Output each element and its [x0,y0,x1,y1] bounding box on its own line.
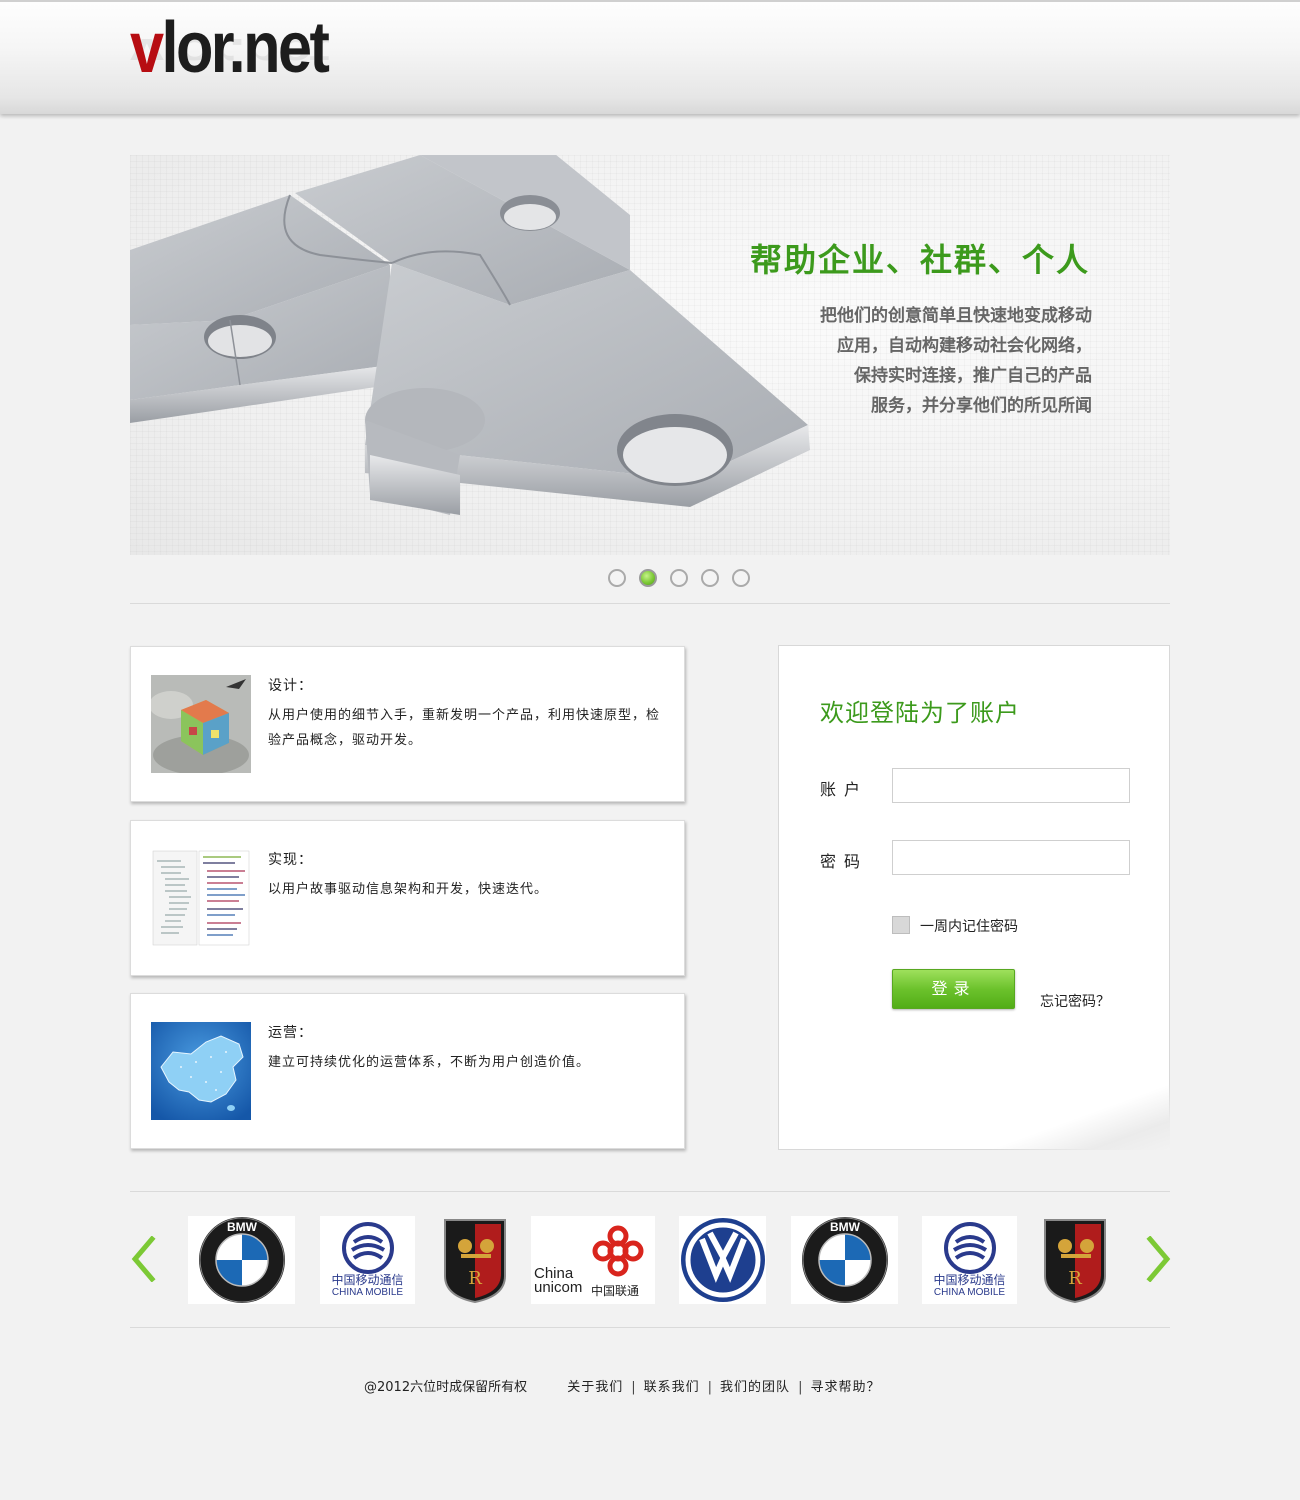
footer-link-about[interactable]: 关于我们 [567,1376,623,1395]
copyright-text: @2012六位时成保留所有权 [364,1380,528,1395]
china-mobile-logo-icon [943,1222,996,1274]
remember-label: 一周内记住密码 [920,919,1018,935]
site-logo[interactable]: vlor.net vlor.net [130,8,410,108]
account-label: 账户 [820,780,869,799]
carousel-prev-arrow[interactable] [130,1235,156,1286]
feature-description: 建立可持续优化的运营体系，不断为用户创造价值。 [268,1055,591,1070]
partner-logo-china-mobile[interactable]: 中国移动通信 CHINA MOBILE [922,1216,1017,1304]
account-input[interactable] [892,768,1130,803]
feature-card-implementation: 实现： 以用户故事驱动信息架构和开发，快速迭代。 [130,820,685,976]
design-cube-image [151,675,251,773]
footer-link-help[interactable]: 寻求帮助？ [810,1376,880,1395]
puzzle-pieces-image [130,155,810,515]
site-footer: @2012六位时成保留所有权 关于我们 | 联系我们 | 我们的团队 | 寻求帮助？ [364,1376,880,1395]
feature-card-design: 设计： 从用户使用的细节入手，重新发明一个产品，利用快速原型，检验产品概念，驱动… [130,646,685,802]
svg-text:R: R [1068,1268,1082,1289]
china-mobile-en-text: CHINA MOBILE [933,1287,1006,1298]
divider [130,603,1170,604]
partner-logo-china-unicom[interactable]: China unicom 中国联通 [531,1216,655,1304]
login-title: 欢迎登陆为了账户 [820,699,1020,727]
footer-separator: | [707,1380,713,1395]
bmw-logo-icon: BMW [801,1217,888,1303]
slider-dot-4[interactable] [701,569,719,587]
partner-logo-bmw[interactable]: BMW [791,1216,898,1304]
china-unicom-knot-icon [592,1225,644,1277]
feature-title: 设计： [268,678,313,694]
feature-title: 运营： [268,1025,313,1041]
feature-title: 实现： [268,852,313,868]
roewe-logo-icon: R [1044,1219,1106,1304]
page-curl-decoration [960,1080,1170,1150]
unicom-cn-text: 中国联通 [591,1284,640,1298]
china-map-image [151,1022,251,1120]
logo-text: vlor.net [130,8,330,88]
slider-dot-5[interactable] [732,569,750,587]
roewe-logo-icon: R [444,1219,506,1304]
slider-pagination [608,569,758,587]
site-header: vlor.net vlor.net [0,0,1300,114]
partner-logo-roewe[interactable]: R [1040,1216,1110,1304]
feature-card-operations: 运营： 建立可持续优化的运营体系，不断为用户创造价值。 [130,993,685,1149]
password-input[interactable] [892,840,1130,875]
svg-text:BMW: BMW [227,1220,258,1234]
forgot-password-link[interactable]: 忘记密码？ [1040,991,1110,1011]
china-mobile-en-text: CHINA MOBILE [331,1287,404,1298]
slider-dot-2[interactable] [639,569,657,587]
volkswagen-logo-icon [680,1218,765,1302]
footer-separator: | [798,1380,803,1395]
partner-logo-roewe[interactable]: R [440,1216,510,1304]
chevron-left-icon [131,1235,156,1283]
code-editor-screenshot [151,849,251,947]
partner-logo-china-mobile[interactable]: 中国移动通信 CHINA MOBILE [320,1216,415,1304]
divider [130,1191,1170,1192]
svg-text:BMW: BMW [830,1220,861,1234]
slider-dot-1[interactable] [608,569,626,587]
unicom-en-text-2: unicom [534,1279,583,1296]
carousel-next-arrow[interactable] [1146,1235,1172,1286]
footer-separator: | [631,1380,636,1395]
footer-link-team[interactable]: 我们的团队 [720,1376,790,1395]
password-label: 密码 [820,852,869,871]
partner-logo-volkswagen[interactable] [679,1216,766,1304]
banner-text-line-4: 服务，并分享他们的所见所闻 [871,396,1092,416]
chevron-right-icon [1146,1235,1171,1283]
banner-text-line-3: 保持实时连接，推广自己的产品 [854,366,1092,386]
china-mobile-logo-icon [341,1222,394,1274]
slider-dot-3[interactable] [670,569,688,587]
login-panel: 欢迎登陆为了账户 账户 密码 一周内记住密码 登录 忘记密码？ [778,645,1170,1150]
login-button[interactable]: 登录 [892,969,1015,1009]
bmw-logo-icon: BMW [198,1217,285,1303]
logo-letters-rest: lor.net [161,8,329,88]
logo-letter-v: v [130,8,164,88]
banner-text-line-2: 应用，自动构建移动社会化网络， [837,336,1092,356]
china-mobile-cn-text: 中国移动通信 [331,1273,404,1287]
feature-description: 从用户使用的细节入手，重新发明一个产品，利用快速原型，检验产品概念，驱动开发。 [268,708,661,748]
feature-description: 以用户故事驱动信息架构和开发，快速迭代。 [268,882,549,897]
china-mobile-cn-text: 中国移动通信 [933,1273,1006,1287]
partner-logo-bmw[interactable]: BMW [188,1216,295,1304]
svg-text:R: R [468,1268,482,1289]
hero-banner: 帮助企业、社群、个人 把他们的创意简单且快速地变成移动 应用，自动构建移动社会化… [130,155,1170,555]
divider [130,1327,1170,1328]
banner-headline: 帮助企业、社群、个人 [749,241,1090,279]
footer-link-contact[interactable]: 联系我们 [644,1376,700,1395]
remember-checkbox[interactable] [892,916,910,934]
banner-text-line-1: 把他们的创意简单且快速地变成移动 [820,306,1092,326]
